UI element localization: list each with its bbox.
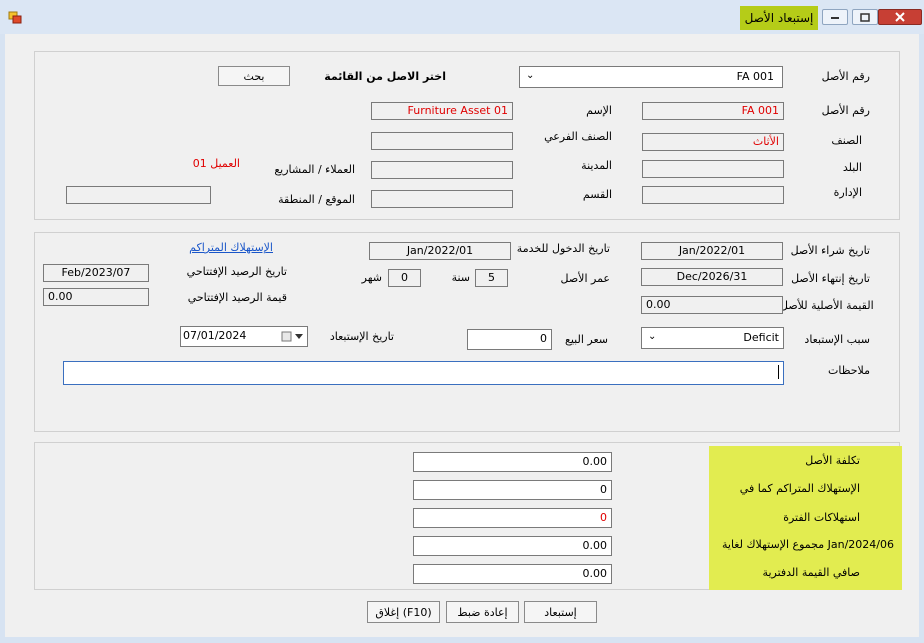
title-bar: إستبعاد الأصل xyxy=(0,0,924,34)
sale-price-input[interactable]: 0 xyxy=(467,329,552,350)
months-field: 0 xyxy=(388,269,421,287)
close-button[interactable]: إغلاق (F10) xyxy=(367,601,440,623)
disposal-reason-value: Deficit xyxy=(743,331,779,344)
app-icon xyxy=(8,11,22,24)
service-date-field: Jan/2022/01 xyxy=(369,242,511,260)
subcategory-field xyxy=(371,132,513,150)
notes-input[interactable] xyxy=(63,361,784,385)
choose-from-list-label: اختر الاصل من القائمة xyxy=(324,70,446,83)
minimize-button[interactable] xyxy=(822,9,848,25)
service-date-label: تاريخ الدخول للخدمة xyxy=(516,242,610,255)
minimize-icon xyxy=(831,17,839,19)
total-depreciation-label: مجموع الإستهلاك لغاية Jan/2024/06 xyxy=(722,538,894,551)
asset-no-label: رقم الأصل xyxy=(821,104,870,117)
disposal-reason-label: سبب الإستبعاد xyxy=(804,333,870,346)
purchase-date-label: تاريخ شراء الأصل xyxy=(790,244,870,257)
text-cursor xyxy=(778,365,779,379)
location-field xyxy=(66,186,211,204)
dispose-button[interactable]: إستبعاد xyxy=(524,601,597,623)
disposal-date-value: 07/01/2024 xyxy=(183,329,247,342)
asset-number-combo[interactable]: ⌄ FA 001 xyxy=(519,66,783,88)
accumulated-as-of-field: 0 xyxy=(413,480,612,500)
original-value-label: القيمة الأصلية للأصل xyxy=(780,299,874,312)
section-field xyxy=(371,190,513,208)
name-field: Furniture Asset 01 xyxy=(371,102,513,120)
country-label: البلد xyxy=(842,161,862,174)
accumulated-as-of-label: الإستهلاك المتراكم كما في xyxy=(739,482,860,495)
sale-price-label: سعر البيع xyxy=(565,333,608,346)
close-window-button[interactable] xyxy=(878,9,922,25)
reset-button[interactable]: إعادة ضبط xyxy=(446,601,519,623)
disposal-date-picker[interactable]: 07/01/2024 xyxy=(180,326,308,347)
search-button[interactable]: بحث xyxy=(218,66,290,86)
net-book-value-field: 0.00 xyxy=(413,564,612,584)
chevron-down-icon: ⌄ xyxy=(648,331,657,342)
disposal-date-label: تاريخ الإستبعاد xyxy=(329,330,394,343)
asset-number-combo-value: FA 001 xyxy=(736,70,774,83)
disposal-reason-select[interactable]: ⌄ Deficit xyxy=(641,327,784,349)
asset-cost-label: تكلفة الأصل xyxy=(805,454,860,467)
opening-balance-value-label: قيمة الرصيد الإفتتاحي xyxy=(187,291,287,304)
asset-age-label: عمر الأصل xyxy=(560,272,611,285)
city-field xyxy=(371,161,513,179)
period-depreciation-field: 0 xyxy=(413,508,612,528)
customers-projects-label: العملاء / المشاريع xyxy=(274,163,355,176)
country-field xyxy=(642,160,784,178)
location-label: الموقع / المنطقة xyxy=(278,193,355,206)
category-label: الصنف xyxy=(831,134,862,147)
name-label: الإسم xyxy=(586,104,612,117)
category-field: الأثاث xyxy=(642,133,784,151)
period-depreciation-label: استهلاكات الفترة xyxy=(783,511,860,524)
window-title: إستبعاد الأصل xyxy=(740,6,818,30)
department-field xyxy=(642,186,784,204)
opening-balance-value-field: 0.00 xyxy=(43,288,149,306)
customer-name: العميل 01 xyxy=(192,157,240,170)
maximize-button[interactable] xyxy=(852,9,878,25)
department-label: الإدارة xyxy=(833,186,862,199)
asset-cost-field: 0.00 xyxy=(413,452,612,472)
total-depreciation-field: 0.00 xyxy=(413,536,612,556)
asset-number-label: رقم الأصل xyxy=(821,70,870,83)
close-icon xyxy=(895,12,905,22)
maximize-icon xyxy=(860,12,870,22)
accumulated-depreciation-link[interactable]: الإستهلاك المتراكم xyxy=(170,241,273,254)
opening-balance-date-label: تاريخ الرصيد الإفتتاحي xyxy=(186,265,287,278)
subcategory-label: الصنف الفرعي xyxy=(544,130,612,143)
purchase-date-field: Jan/2022/01 xyxy=(641,242,783,260)
years-label: سنة xyxy=(451,271,470,284)
end-date-label: تاريخ إنتهاء الأصل xyxy=(791,272,870,285)
net-book-value-label: صافي القيمة الدفترية xyxy=(762,566,860,579)
window-title-text: إستبعاد الأصل xyxy=(744,11,814,25)
calendar-dropdown-icon xyxy=(281,331,303,342)
end-date-field: Dec/2026/31 xyxy=(641,268,783,286)
asset-no-field: FA 001 xyxy=(642,102,784,120)
notes-label: ملاحظات xyxy=(828,364,870,377)
months-label: شهر xyxy=(361,271,382,284)
chevron-down-icon: ⌄ xyxy=(526,70,535,81)
opening-balance-date-field: Feb/2023/07 xyxy=(43,264,149,282)
years-field: 5 xyxy=(475,269,508,287)
original-value-field: 0.00 xyxy=(641,296,783,314)
city-label: المدينة xyxy=(581,159,612,172)
section-label: القسم xyxy=(582,188,612,201)
